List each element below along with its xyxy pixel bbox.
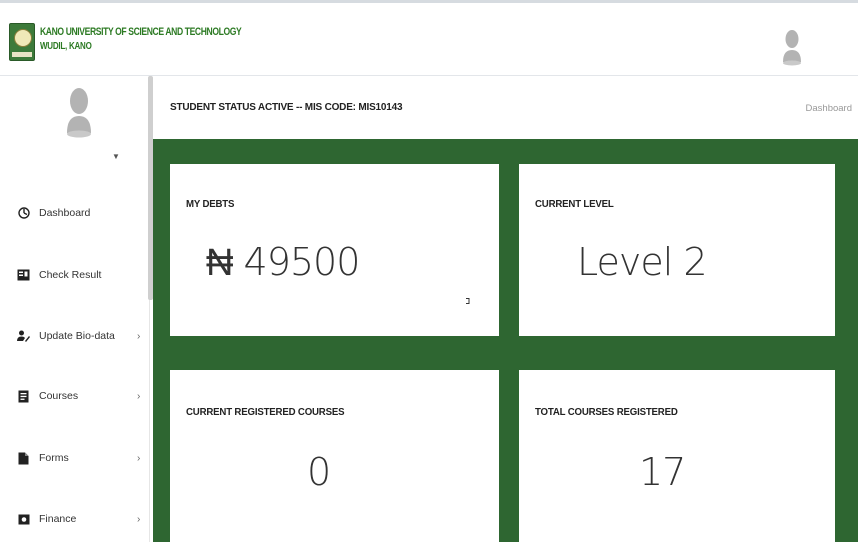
university-location: WUDIL, KANO	[40, 41, 92, 52]
card-value: 0	[307, 450, 331, 494]
card-value: 17	[639, 450, 686, 494]
user-avatar-icon	[67, 88, 91, 138]
dashboard-icon	[17, 207, 30, 220]
user-edit-icon	[17, 330, 30, 343]
breadcrumb[interactable]: Dashboard	[806, 103, 852, 114]
chevron-right-icon: ›	[137, 452, 141, 464]
result-icon	[17, 269, 30, 282]
chevron-right-icon: ›	[137, 390, 141, 402]
card-title: MY DEBTS	[186, 198, 235, 210]
total-courses-registered-card: TOTAL COURSES REGISTERED 17	[519, 370, 835, 542]
sidebar-item-label: Forms	[39, 452, 69, 464]
sidebar-item-label: Finance	[39, 513, 77, 525]
current-level-card: CURRENT LEVEL Level 2	[519, 164, 835, 336]
sidebar-item-forms[interactable]: Forms ›	[0, 443, 150, 473]
book-icon	[17, 390, 30, 403]
debts-card: MY DEBTS ₦ 49500	[170, 164, 499, 336]
university-crest-icon[interactable]	[9, 23, 35, 61]
sidebar-item-label: Dashboard	[39, 207, 91, 219]
card-value: Level 2	[577, 240, 708, 284]
sidebar-item-label: Check Result	[39, 269, 102, 281]
page-status-bar: STUDENT STATUS ACTIVE -- MIS CODE: MIS10…	[153, 76, 858, 139]
current-registered-courses-card: CURRENT REGISTERED COURSES 0	[170, 370, 499, 542]
chevron-right-icon: ›	[137, 513, 141, 525]
sidebar-item-courses[interactable]: Courses ›	[0, 381, 150, 411]
sidebar-item-dashboard[interactable]: Dashboard	[0, 198, 150, 228]
sidebar-item-label: Courses	[39, 390, 79, 402]
bracket-icon	[466, 298, 470, 304]
top-header: KANO UNIVERSITY OF SCIENCE AND TECHNOLOG…	[0, 0, 858, 76]
document-icon	[17, 452, 30, 465]
university-name: KANO UNIVERSITY OF SCIENCE AND TECHNOLOG…	[40, 26, 242, 38]
sidebar: ▼ Dashboard Check Result Update Bio-data…	[0, 76, 150, 542]
chevron-right-icon: ›	[137, 330, 141, 342]
sidebar-item-update-bio-data[interactable]: Update Bio-data ›	[0, 321, 150, 351]
card-title: CURRENT LEVEL	[535, 198, 614, 210]
money-icon	[17, 513, 30, 526]
student-status-text: STUDENT STATUS ACTIVE -- MIS CODE: MIS10…	[170, 102, 403, 113]
sidebar-item-check-result[interactable]: Check Result	[0, 260, 150, 290]
card-value: ₦ 49500	[206, 240, 360, 284]
sidebar-item-finance[interactable]: Finance ›	[0, 504, 150, 534]
user-avatar-icon[interactable]	[781, 28, 803, 68]
card-title: CURRENT REGISTERED COURSES	[186, 406, 345, 418]
caret-down-icon[interactable]: ▼	[112, 152, 120, 161]
sidebar-item-label: Update Bio-data	[39, 330, 115, 342]
card-title: TOTAL COURSES REGISTERED	[535, 406, 678, 418]
dashboard-content: MY DEBTS ₦ 49500 CURRENT LEVEL Level 2 C…	[153, 139, 858, 542]
